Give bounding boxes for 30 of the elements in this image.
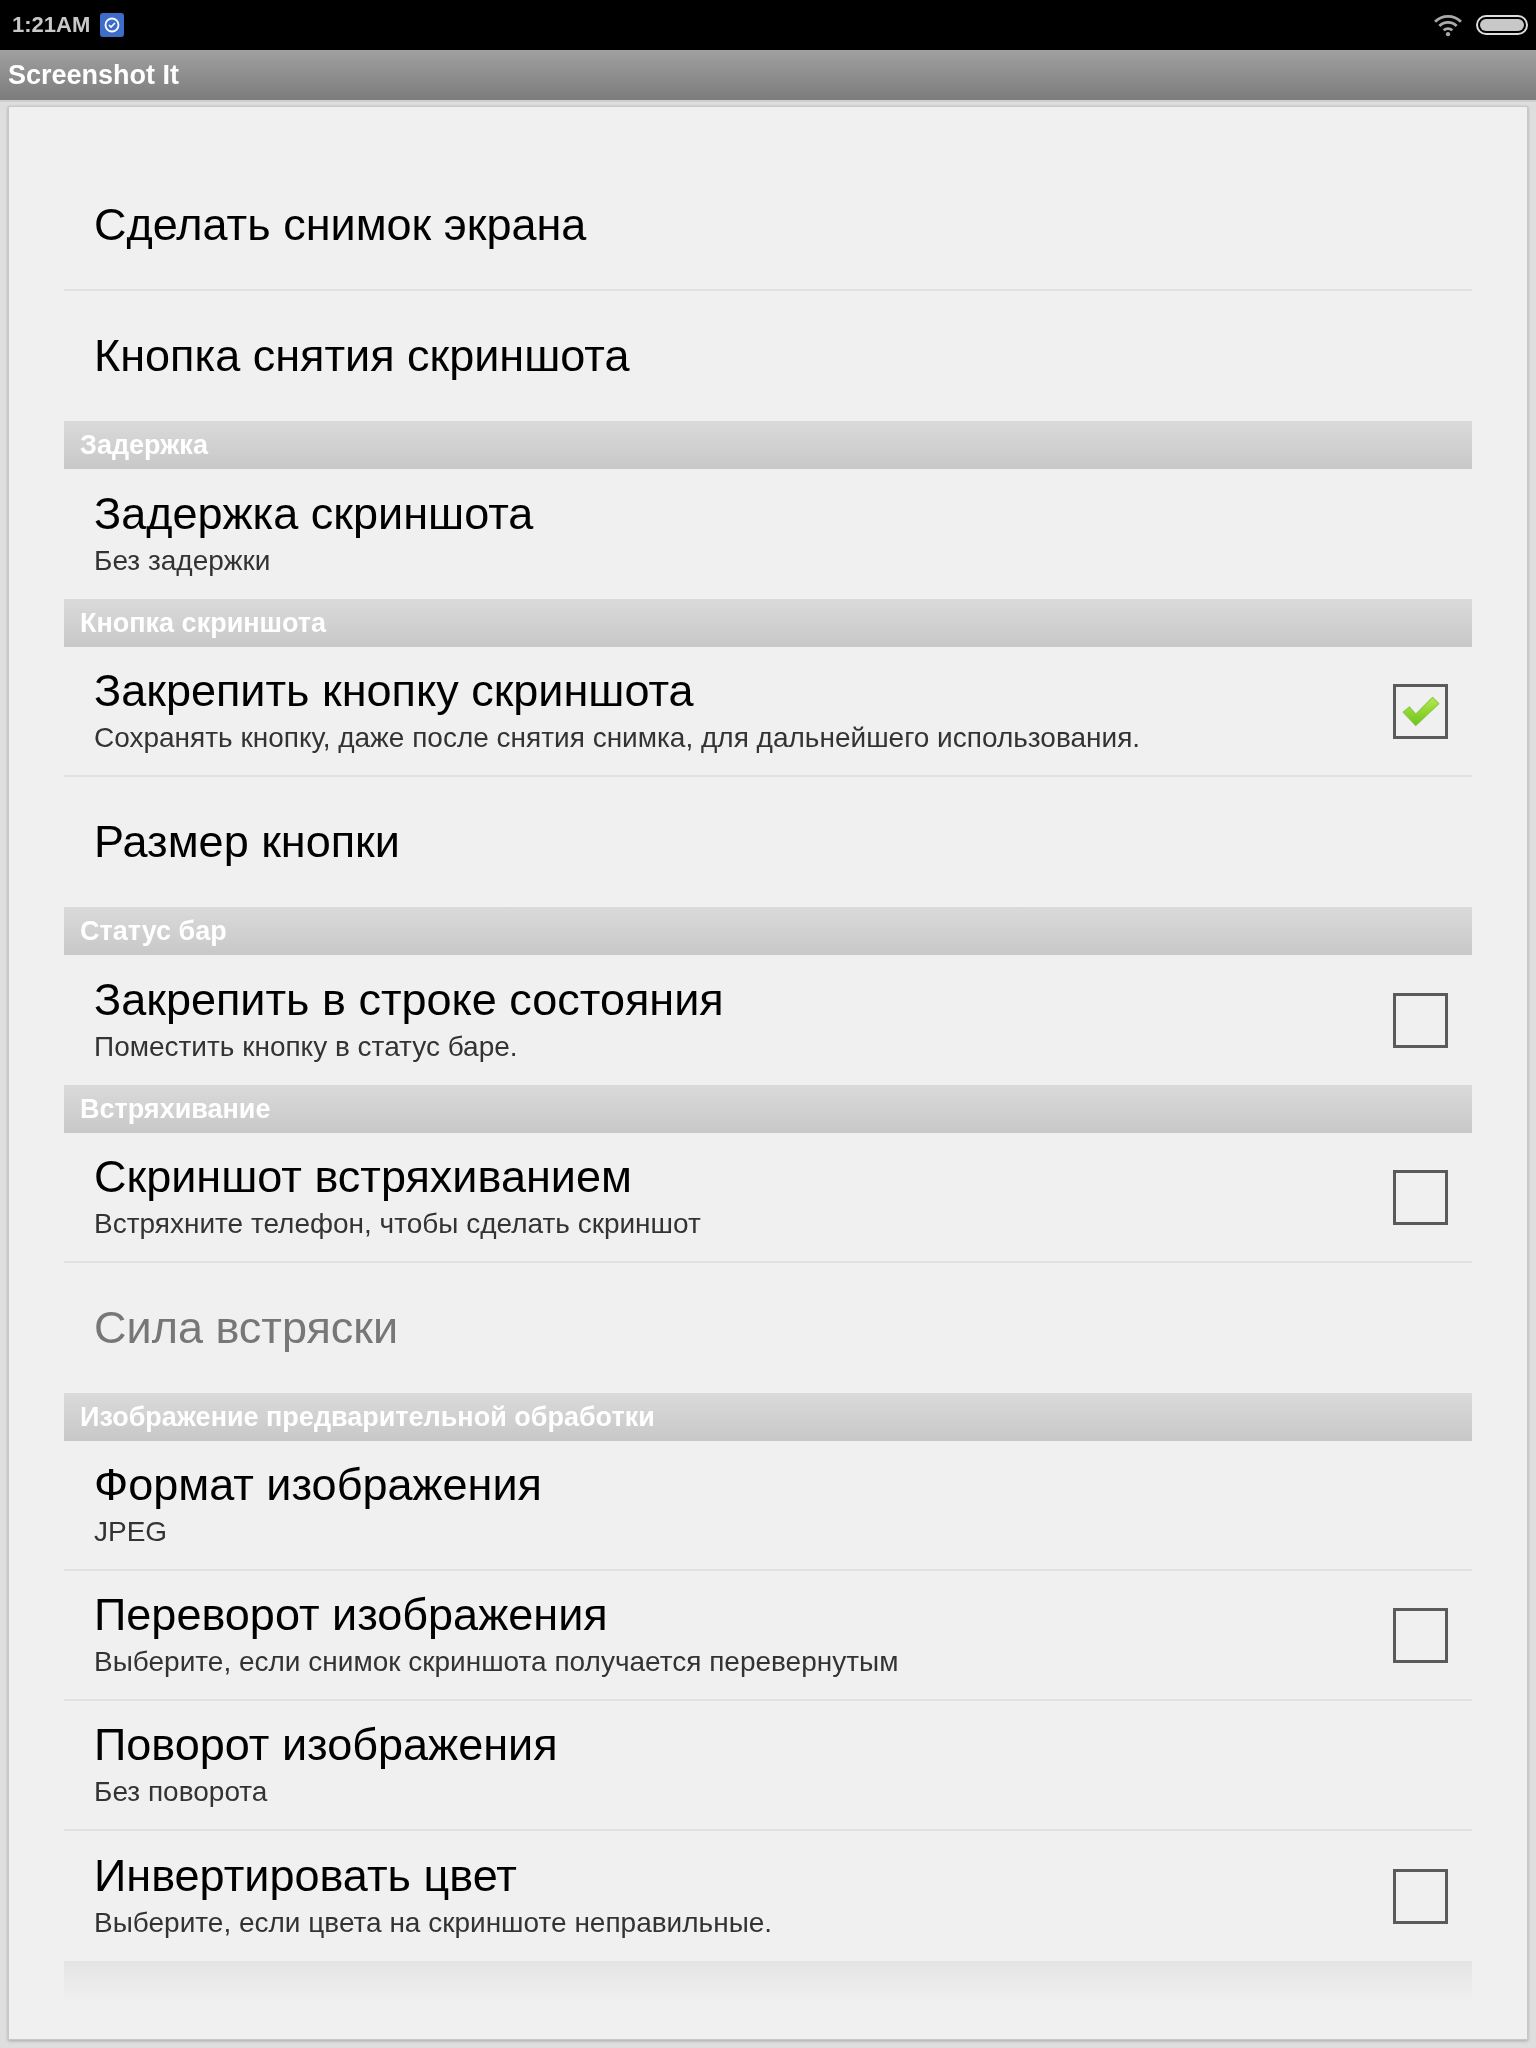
preference-title[interactable]: Размер кнопки (94, 816, 1448, 868)
preference-summary: JPEG (94, 1515, 169, 1549)
preference-title[interactable]: Поворот изображения (94, 1719, 1448, 1771)
preference-title[interactable]: Формат изображения (94, 1459, 1448, 1511)
checkbox[interactable] (1393, 992, 1448, 1048)
app-title: Screenshot It (8, 59, 180, 91)
preference-summary: Сохранять кнопку, даже после снятия снимка, для дальнейшего использования. (94, 721, 1142, 755)
checkbox[interactable] (1393, 1607, 1448, 1663)
preference-title[interactable]: Переворот изображения (94, 1589, 1393, 1641)
preference-title[interactable]: Инвертировать цвет (94, 1850, 1393, 1902)
battery-icon (1476, 15, 1528, 35)
status-time: 1:21AM (12, 12, 91, 38)
checkbox[interactable] (1393, 683, 1448, 739)
preference-summary: Поместить кнопку в статус баре. (94, 1030, 519, 1064)
checkbox[interactable] (1393, 1169, 1448, 1225)
checkbox[interactable] (1393, 1868, 1448, 1924)
preference-title[interactable]: Сделать снимок экрана (94, 199, 1448, 251)
preference-title[interactable]: Задержка скриншота (94, 488, 1448, 540)
preference-summary: Встряхните телефон, чтобы сделать скриншот (94, 1207, 702, 1241)
preference-summary: Выберите, если цвета на скриншоте неправильные. (94, 1906, 774, 1940)
wifi-icon (1434, 13, 1462, 37)
preference-summary: Без поворота (94, 1775, 269, 1809)
preference-title[interactable]: Закрепить кнопку скриншота (94, 665, 1393, 717)
preference-title[interactable]: Закрепить в строке состояния (94, 974, 1393, 1026)
notification-icon (100, 13, 125, 37)
preference-summary: Выберите, если снимок скриншота получается перевернутым (94, 1645, 900, 1679)
preference-title[interactable]: Кнопка снятия скриншота (94, 330, 1448, 382)
preference-summary: Без задержки (94, 544, 272, 578)
preference-title[interactable]: Скриншот встряхиванием (94, 1151, 1393, 1203)
checkmark-icon (1400, 695, 1441, 727)
